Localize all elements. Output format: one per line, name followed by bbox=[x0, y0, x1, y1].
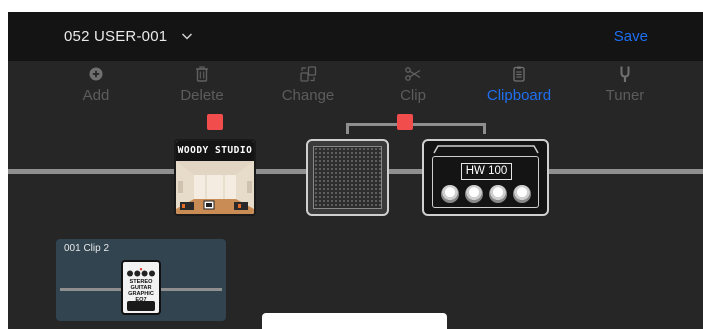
clip-title: 001 Clip 2 bbox=[64, 243, 110, 254]
amp-block[interactable]: HW 100 bbox=[422, 139, 549, 216]
clipboard-clip-card[interactable]: 001 Clip 2 STEREO GUITAR GRAPHIC EQ7 bbox=[56, 239, 226, 321]
tuner-label: Tuner bbox=[605, 87, 645, 104]
cabinet-block[interactable] bbox=[306, 139, 389, 216]
change-label: Change bbox=[281, 87, 335, 104]
pedal-label: STEREO GUITAR GRAPHIC EQ7 bbox=[128, 279, 154, 303]
eq-pedal-block[interactable]: STEREO GUITAR GRAPHIC EQ7 bbox=[121, 260, 161, 315]
woody-studio-block[interactable]: WOODY STUDIO bbox=[174, 139, 256, 216]
block-handle[interactable] bbox=[397, 114, 413, 130]
block-handle[interactable] bbox=[207, 114, 223, 130]
amp-handle-icon bbox=[433, 145, 539, 154]
clipboard-icon bbox=[513, 66, 525, 82]
save-button[interactable]: Save bbox=[614, 28, 648, 45]
add-label: Add bbox=[82, 87, 110, 104]
chevron-down-icon[interactable] bbox=[181, 31, 193, 41]
top-bar: 052 USER-001 Save bbox=[8, 12, 703, 61]
block-group-bracket bbox=[346, 123, 486, 134]
clipboard-label: Clipboard bbox=[486, 87, 552, 104]
signal-line bbox=[549, 169, 703, 174]
signal-line bbox=[389, 169, 422, 174]
pedal-footswitch bbox=[127, 301, 155, 311]
clipboard-button[interactable]: Clipboard bbox=[474, 65, 564, 104]
amp-knob bbox=[513, 185, 531, 203]
amp-model-label: HW 100 bbox=[461, 163, 512, 180]
app-window: 052 USER-001 Save Add Delete Change Clip… bbox=[8, 12, 703, 329]
tuning-fork-icon bbox=[620, 66, 630, 82]
amp-knob bbox=[441, 185, 459, 203]
delete-label: Delete bbox=[180, 87, 224, 104]
preset-name[interactable]: 052 USER-001 bbox=[64, 28, 167, 45]
scissors-icon bbox=[405, 67, 421, 81]
tuner-button[interactable]: Tuner bbox=[580, 65, 670, 104]
add-circle-icon bbox=[89, 67, 103, 81]
bottom-sheet-handle[interactable] bbox=[262, 313, 447, 329]
amp-panel: HW 100 bbox=[432, 156, 539, 208]
pedal-knobs-icon bbox=[127, 268, 155, 277]
delete-button[interactable]: Delete bbox=[157, 65, 247, 104]
studio-room-icon bbox=[176, 161, 254, 214]
change-button[interactable]: Change bbox=[263, 65, 353, 104]
trash-icon bbox=[196, 66, 208, 82]
signal-line bbox=[256, 169, 306, 174]
signal-line bbox=[8, 169, 174, 174]
speaker-cabinet-icon bbox=[313, 146, 382, 209]
amp-knob bbox=[489, 185, 507, 203]
amp-knob bbox=[465, 185, 483, 203]
clip-button[interactable]: Clip bbox=[368, 65, 458, 104]
change-icon bbox=[300, 66, 317, 82]
add-button[interactable]: Add bbox=[51, 65, 141, 104]
clip-label: Clip bbox=[400, 87, 426, 104]
woody-studio-title: WOODY STUDIO bbox=[176, 141, 254, 161]
